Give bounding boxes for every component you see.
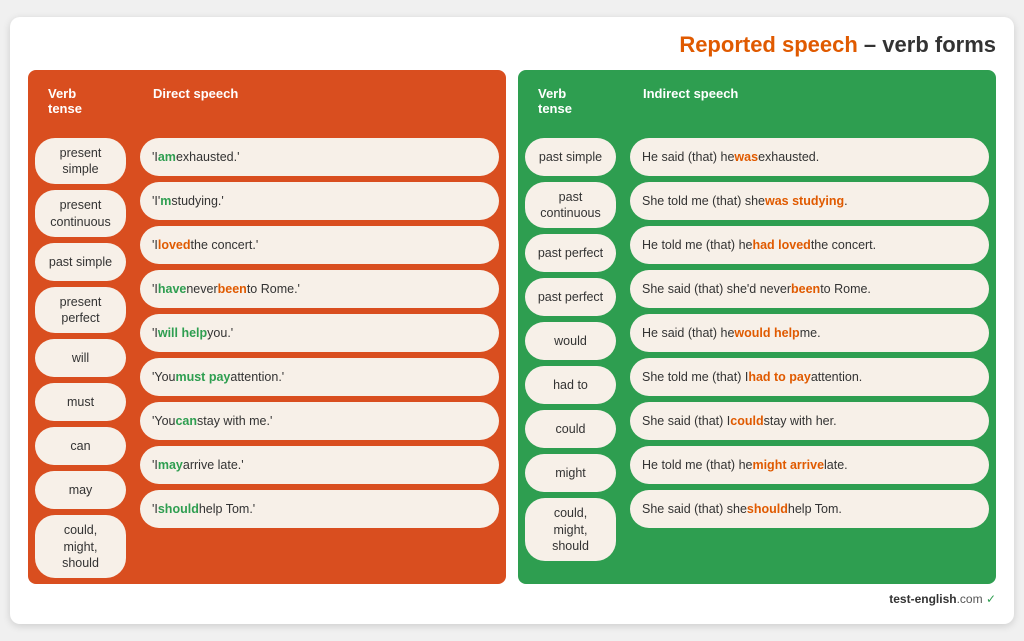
checkmark-icon: ✓ (986, 592, 996, 606)
direct-tense-cell: present continuous (35, 190, 126, 237)
footer: test-english.com ✓ (28, 592, 996, 606)
indirect-speech-header: Indirect speech (633, 78, 986, 109)
direct-table-inner: present simple present continuous past sim… (28, 132, 506, 584)
indirect-table-inner: past simple past continuous past perfect pa… (518, 132, 996, 567)
direct-speech-cell: 'I'm studying.' (140, 182, 499, 220)
direct-tense-column: present simple present continuous past sim… (28, 132, 133, 584)
direct-speech-cell: 'You must pay attention.' (140, 358, 499, 396)
indirect-tense-cell: past perfect (525, 234, 616, 272)
indirect-tense-cell: past continuous (525, 182, 616, 229)
indirect-speech-cell: She said (that) I could stay with her. (630, 402, 989, 440)
direct-speech-cell: 'I am exhausted.' (140, 138, 499, 176)
page-title: Reported speech – verb forms (28, 32, 996, 58)
direct-tense-cell: may (35, 471, 126, 509)
indirect-tense-cell: could, might, should (525, 498, 616, 561)
direct-speech-cell: 'You can stay with me.' (140, 402, 499, 440)
direct-verb-tense-header: Verb tense (38, 78, 123, 124)
direct-tense-cell: can (35, 427, 126, 465)
indirect-speech-cell: He said (that) he was exhausted. (630, 138, 989, 176)
indirect-speech-cell: She told me (that) I had to pay attentio… (630, 358, 989, 396)
direct-speech-cell: 'I loved the concert.' (140, 226, 499, 264)
indirect-speech-cell: He told me (that) he might arrive late. (630, 446, 989, 484)
direct-tense-cell: present perfect (35, 287, 126, 334)
direct-speech-table: Verb tense Direct speech present simplep… (28, 70, 506, 584)
tables-wrapper: Verb tense Direct speech present simplep… (28, 70, 996, 584)
indirect-speech-cell: She said (that) she'd never been to Rome… (630, 270, 989, 308)
direct-speech-cell: 'I may arrive late.' (140, 446, 499, 484)
direct-tense-cell: present simple (35, 138, 126, 185)
indirect-tense-cell: might (525, 454, 616, 492)
indirect-speech-cell: She said (that) she should help Tom. (630, 490, 989, 528)
indirect-verb-tense-header: Verb tense (528, 78, 613, 124)
direct-speech-cell: 'I have never been to Rome.' (140, 270, 499, 308)
main-card: Reported speech – verb forms Verb tense … (10, 17, 1014, 624)
direct-tense-cell: past simple (35, 243, 126, 281)
direct-tense-cell: must (35, 383, 126, 421)
indirect-speech-cell: He said (that) he would help me. (630, 314, 989, 352)
site-name: test-english (889, 592, 956, 606)
indirect-speech-cell: She told me (that) she was studying. (630, 182, 989, 220)
direct-speech-cell: 'I should help Tom.' (140, 490, 499, 528)
indirect-tense-column: past simple past continuous past perfect pa… (518, 132, 623, 567)
indirect-tense-cell: past perfect (525, 278, 616, 316)
indirect-tense-cell: could (525, 410, 616, 448)
direct-speech-header: Direct speech (143, 78, 496, 109)
indirect-tense-cell: past simple (525, 138, 616, 176)
direct-tense-cell: could, might, should (35, 515, 126, 578)
direct-speech-cell: 'I will help you.' (140, 314, 499, 352)
direct-speech-column: 'I am exhausted.' 'I'm studying.' 'I loved… (133, 132, 506, 584)
indirect-tense-cell: had to (525, 366, 616, 404)
indirect-speech-cell: He told me (that) he had loved the conce… (630, 226, 989, 264)
indirect-speech-column: He said (that) he was exhausted. She told… (623, 132, 996, 567)
indirect-tense-cell: would (525, 322, 616, 360)
direct-tense-cell: will (35, 339, 126, 377)
indirect-speech-table: Verb tense Indirect speech past simplepa… (518, 70, 996, 584)
site-tld: .com (957, 592, 983, 606)
